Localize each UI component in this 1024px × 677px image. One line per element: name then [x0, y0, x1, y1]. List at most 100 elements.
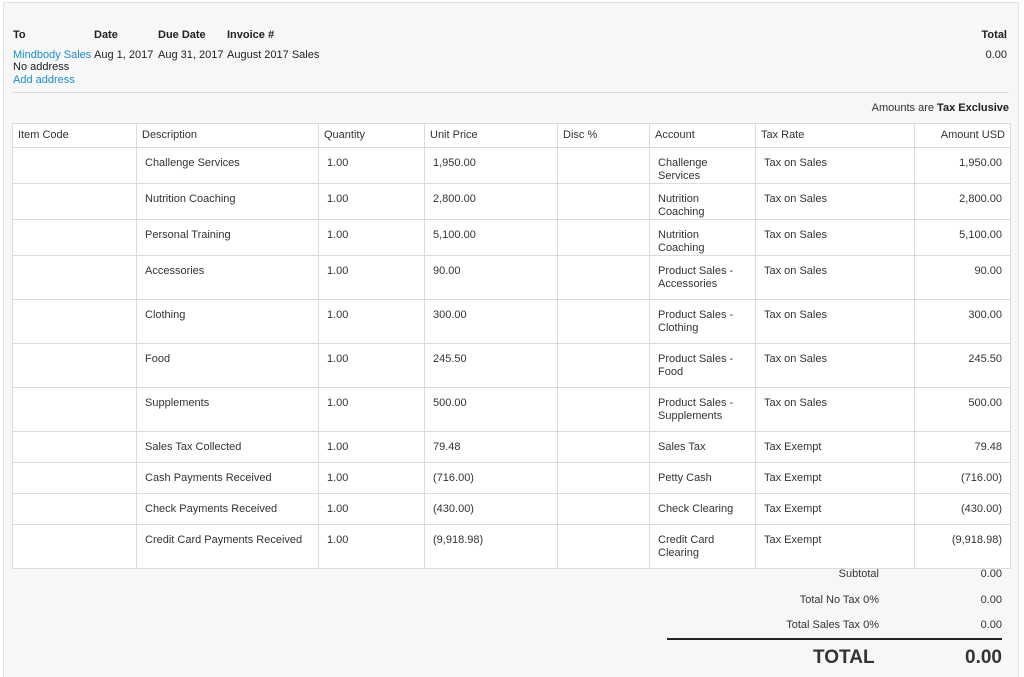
cell-quantity[interactable]: 1.00 [318, 387, 425, 432]
cell-description[interactable]: Credit Card Payments Received [136, 524, 319, 569]
cell-disc[interactable] [557, 147, 650, 184]
cell-description[interactable]: Nutrition Coaching [136, 183, 319, 220]
table-row[interactable]: Credit Card Payments Received 1.00 (9,91… [12, 524, 1011, 569]
cell-item-code[interactable] [12, 183, 137, 220]
cell-description[interactable]: Check Payments Received [136, 493, 319, 525]
cell-item-code[interactable] [12, 431, 137, 463]
cell-tax-rate[interactable]: Tax on Sales [755, 147, 915, 184]
subtotal-label: Subtotal [838, 568, 879, 580]
table-row[interactable]: Clothing 1.00 300.00 Product Sales - Clo… [12, 299, 1011, 344]
cell-description[interactable]: Clothing [136, 299, 319, 344]
cell-tax-rate[interactable]: Tax Exempt [755, 431, 915, 463]
cell-account[interactable]: Product Sales - Food [649, 343, 756, 388]
cell-unit-price[interactable]: 300.00 [424, 299, 558, 344]
cell-unit-price[interactable]: 5,100.00 [424, 219, 558, 256]
cell-disc[interactable] [557, 255, 650, 300]
table-row[interactable]: Check Payments Received 1.00 (430.00) Ch… [12, 493, 1011, 525]
cell-disc[interactable] [557, 219, 650, 256]
cell-unit-price[interactable]: 500.00 [424, 387, 558, 432]
cell-tax-rate[interactable]: Tax Exempt [755, 524, 915, 569]
cell-account[interactable]: Product Sales - Accessories [649, 255, 756, 300]
cell-tax-rate[interactable]: Tax on Sales [755, 255, 915, 300]
cell-quantity[interactable]: 1.00 [318, 524, 425, 569]
table-row[interactable]: Challenge Services 1.00 1,950.00 Challen… [12, 147, 1011, 184]
table-row[interactable]: Sales Tax Collected 1.00 79.48 Sales Tax… [12, 431, 1011, 463]
cell-description[interactable]: Personal Training [136, 219, 319, 256]
cell-disc[interactable] [557, 524, 650, 569]
cell-description[interactable]: Accessories [136, 255, 319, 300]
cell-disc[interactable] [557, 431, 650, 463]
cell-unit-price[interactable]: (716.00) [424, 462, 558, 494]
total-no-tax-label: Total No Tax 0% [799, 594, 879, 606]
cell-disc[interactable] [557, 183, 650, 220]
cell-item-code[interactable] [12, 147, 137, 184]
cell-account[interactable]: Check Clearing [649, 493, 756, 525]
cell-unit-price[interactable]: 245.50 [424, 343, 558, 388]
cell-tax-rate[interactable]: Tax Exempt [755, 493, 915, 525]
cell-unit-price[interactable]: 90.00 [424, 255, 558, 300]
cell-amount: 300.00 [914, 299, 1011, 344]
tax-mode: Tax Exclusive [937, 102, 1009, 114]
cell-unit-price[interactable]: (430.00) [424, 493, 558, 525]
cell-description[interactable]: Cash Payments Received [136, 462, 319, 494]
header-divider [13, 92, 1009, 93]
cell-account[interactable]: Product Sales - Clothing [649, 299, 756, 344]
table-row[interactable]: Cash Payments Received 1.00 (716.00) Pet… [12, 462, 1011, 494]
cell-tax-rate[interactable]: Tax on Sales [755, 183, 915, 220]
cell-quantity[interactable]: 1.00 [318, 299, 425, 344]
cell-account[interactable]: Nutrition Coaching [649, 183, 756, 220]
cell-unit-price[interactable]: 79.48 [424, 431, 558, 463]
cell-account[interactable]: Challenge Services [649, 147, 756, 184]
cell-item-code[interactable] [12, 493, 137, 525]
cell-unit-price[interactable]: (9,918.98) [424, 524, 558, 569]
cell-description[interactable]: Challenge Services [136, 147, 319, 184]
table-row[interactable]: Supplements 1.00 500.00 Product Sales - … [12, 387, 1011, 432]
cell-tax-rate[interactable]: Tax on Sales [755, 387, 915, 432]
cell-quantity[interactable]: 1.00 [318, 219, 425, 256]
cell-account[interactable]: Credit Card Clearing [649, 524, 756, 569]
cell-item-code[interactable] [12, 343, 137, 388]
cell-description[interactable]: Supplements [136, 387, 319, 432]
cell-account[interactable]: Product Sales - Supplements [649, 387, 756, 432]
cell-quantity[interactable]: 1.00 [318, 462, 425, 494]
cell-description[interactable]: Food [136, 343, 319, 388]
cell-tax-rate[interactable]: Tax Exempt [755, 462, 915, 494]
cell-item-code[interactable] [12, 387, 137, 432]
cell-quantity[interactable]: 1.00 [318, 183, 425, 220]
cell-disc[interactable] [557, 387, 650, 432]
cell-description[interactable]: Sales Tax Collected [136, 431, 319, 463]
cell-account[interactable]: Petty Cash [649, 462, 756, 494]
total-sales-tax-label: Total Sales Tax 0% [786, 619, 879, 631]
cell-unit-price[interactable]: 1,950.00 [424, 147, 558, 184]
cell-item-code[interactable] [12, 524, 137, 569]
cell-disc[interactable] [557, 299, 650, 344]
table-row[interactable]: Accessories 1.00 90.00 Product Sales - A… [12, 255, 1011, 300]
cell-disc[interactable] [557, 493, 650, 525]
cell-tax-rate[interactable]: Tax on Sales [755, 343, 915, 388]
cell-quantity[interactable]: 1.00 [318, 343, 425, 388]
cell-quantity[interactable]: 1.00 [318, 493, 425, 525]
add-address-link[interactable]: Add address [13, 74, 75, 86]
cell-item-code[interactable] [12, 255, 137, 300]
cell-item-code[interactable] [12, 219, 137, 256]
cell-tax-rate[interactable]: Tax on Sales [755, 219, 915, 256]
total-label: Total [981, 29, 1007, 41]
table-row[interactable]: Personal Training 1.00 5,100.00 Nutritio… [12, 219, 1011, 256]
cell-tax-rate[interactable]: Tax on Sales [755, 299, 915, 344]
cell-disc[interactable] [557, 462, 650, 494]
cell-account[interactable]: Sales Tax [649, 431, 756, 463]
cell-disc[interactable] [557, 343, 650, 388]
table-header-row: Item Code Description Quantity Unit Pric… [12, 123, 1011, 148]
cell-quantity[interactable]: 1.00 [318, 255, 425, 300]
cell-quantity[interactable]: 1.00 [318, 147, 425, 184]
table-row[interactable]: Nutrition Coaching 1.00 2,800.00 Nutriti… [12, 183, 1011, 220]
cell-item-code[interactable] [12, 462, 137, 494]
col-tax-rate: Tax Rate [755, 123, 915, 148]
cell-account[interactable]: Nutrition Coaching [649, 219, 756, 256]
cell-amount: (716.00) [914, 462, 1011, 494]
table-row[interactable]: Food 1.00 245.50 Product Sales - Food Ta… [12, 343, 1011, 388]
cell-item-code[interactable] [12, 299, 137, 344]
cell-quantity[interactable]: 1.00 [318, 431, 425, 463]
cell-unit-price[interactable]: 2,800.00 [424, 183, 558, 220]
contact-link[interactable]: Mindbody Sales [13, 49, 91, 61]
